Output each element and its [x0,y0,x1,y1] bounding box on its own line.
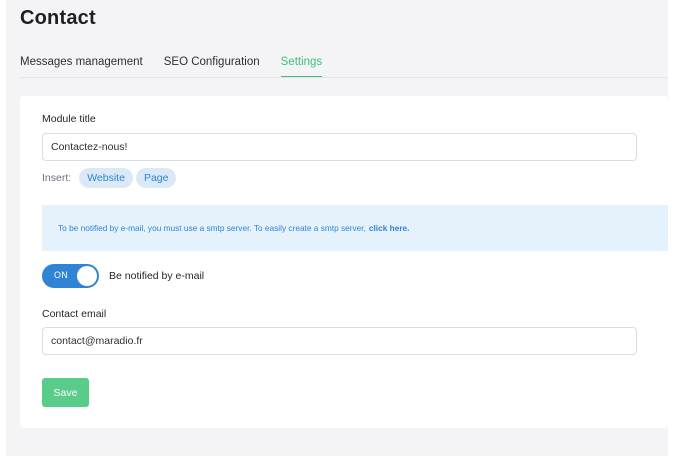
insert-page-chip[interactable]: Page [135,168,177,188]
smtp-notice: To be notified by e-mail, you must use a… [42,205,668,251]
smtp-notice-text: To be notified by e-mail, you must use a… [58,223,366,233]
smtp-click-here-link[interactable]: click here. [369,223,410,233]
toggle-knob [77,266,97,286]
notify-email-toggle[interactable]: ON [42,264,99,288]
save-button[interactable]: Save [42,378,89,407]
notify-toggle-row: ON Be notified by e-mail [42,264,204,288]
insert-website-chip[interactable]: Website [79,168,133,188]
tabs-divider [20,77,668,78]
insert-label: Insert: [42,172,72,184]
tab-seo-configuration[interactable]: SEO Configuration [164,56,260,78]
toggle-state-text: ON [54,270,69,280]
page-title: Contact [20,7,96,29]
settings-card: Module title Contactez-nous! Insert: Web… [20,96,668,428]
tab-messages-management[interactable]: Messages management [20,56,143,78]
module-title-label: Module title [42,113,96,125]
tab-settings[interactable]: Settings [280,56,323,78]
contact-email-input[interactable]: contact@maradio.fr [42,327,637,355]
tab-bar: Messages management SEO Configuration Se… [20,56,668,78]
contact-email-label: Contact email [42,308,107,320]
module-title-input[interactable]: Contactez-nous! [42,133,637,161]
insert-row: Insert: Website Page [42,168,179,188]
notify-email-label: Be notified by e-mail [109,270,205,282]
